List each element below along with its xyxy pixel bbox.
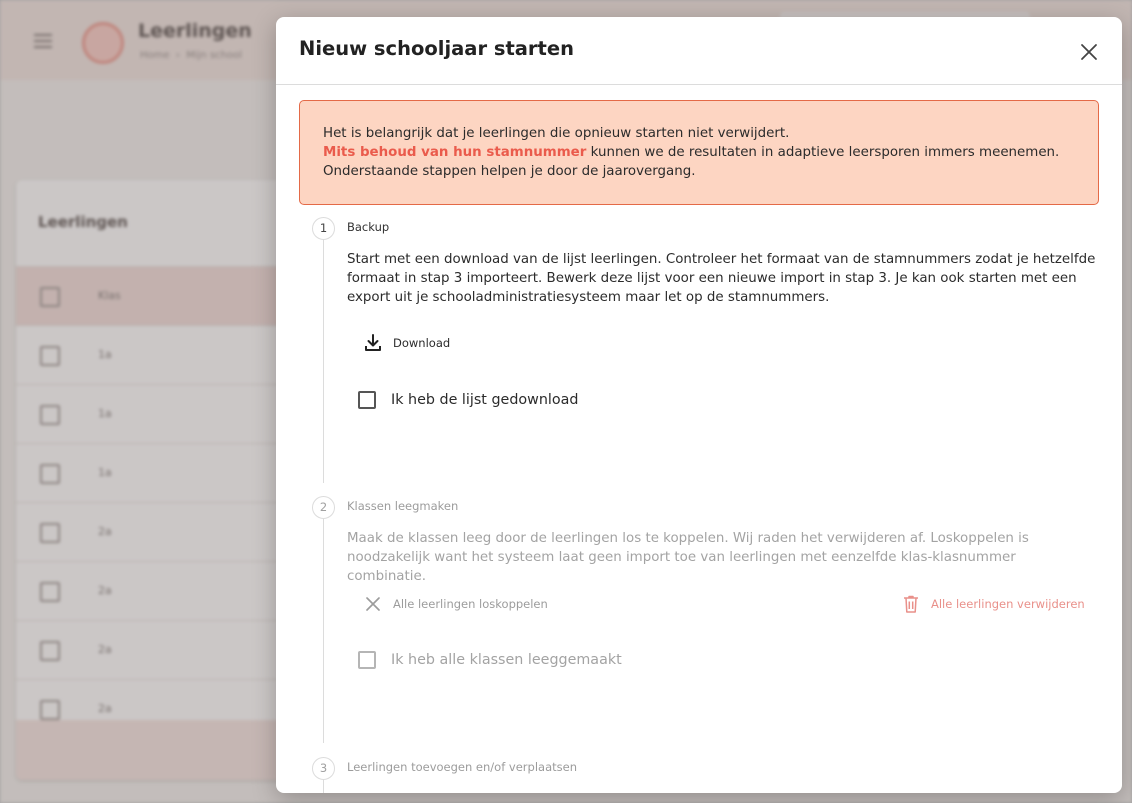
step-3-number: 3 (312, 757, 335, 780)
alert-line-3: Onderstaande stappen helpen je door de j… (323, 164, 696, 179)
close-icon (1081, 44, 1097, 60)
alert-line-2-rest: kunnen we de resultaten in adaptieve lee… (586, 145, 1060, 160)
downloaded-checkbox[interactable] (358, 391, 376, 409)
step-2-number: 2 (312, 496, 335, 519)
step-1-description: Start met een download van de lijst leer… (347, 252, 1096, 305)
trash-icon (904, 595, 918, 613)
step-2-description: Maak de klassen leeg door de leerlingen … (347, 531, 1029, 584)
emptied-checkbox-label: Ik heb alle klassen leeggemaakt (391, 652, 622, 668)
modal-title: Nieuw schooljaar starten (299, 37, 574, 60)
close-button[interactable] (1076, 39, 1102, 65)
alert-highlight: Mits behoud van hun stamnummer (323, 145, 587, 160)
delete-all-button[interactable]: Alle leerlingen verwijderen (901, 594, 1085, 614)
step-1-number: 1 (312, 217, 335, 240)
downloaded-checkbox-label: Ik heb de lijst gedownload (391, 392, 579, 408)
step-2-connector (323, 518, 324, 743)
download-icon (365, 334, 381, 351)
unlink-all-label: Alle leerlingen loskoppelen (393, 597, 548, 611)
modal-header: Nieuw schooljaar starten (276, 17, 1122, 85)
x-icon (366, 597, 380, 611)
emptied-checkbox-row[interactable]: Ik heb alle klassen leeggemaakt (358, 651, 622, 669)
step-3-connector (323, 779, 324, 793)
alert-line-1: Het is belangrijk dat je leerlingen die … (323, 126, 790, 141)
download-button[interactable]: Download (363, 333, 450, 353)
download-label: Download (393, 336, 451, 350)
warning-alert: Het is belangrijk dat je leerlingen die … (299, 100, 1099, 205)
emptied-checkbox[interactable] (358, 651, 376, 669)
step-1-connector (323, 239, 324, 483)
step-1-title: Backup (347, 220, 390, 234)
downloaded-checkbox-row[interactable]: Ik heb de lijst gedownload (358, 391, 578, 409)
step-2-title: Klassen leegmaken (347, 499, 459, 513)
delete-all-label: Alle leerlingen verwijderen (931, 597, 1085, 611)
unlink-all-button[interactable]: Alle leerlingen loskoppelen (363, 594, 548, 614)
alert-line-2: Mits behoud van hun stamnummer kunnen we… (323, 143, 1074, 162)
new-school-year-modal: Nieuw schooljaar starten Het is belangri… (276, 17, 1122, 793)
step-3-title: Leerlingen toevoegen en/of verplaatsen (347, 760, 577, 774)
